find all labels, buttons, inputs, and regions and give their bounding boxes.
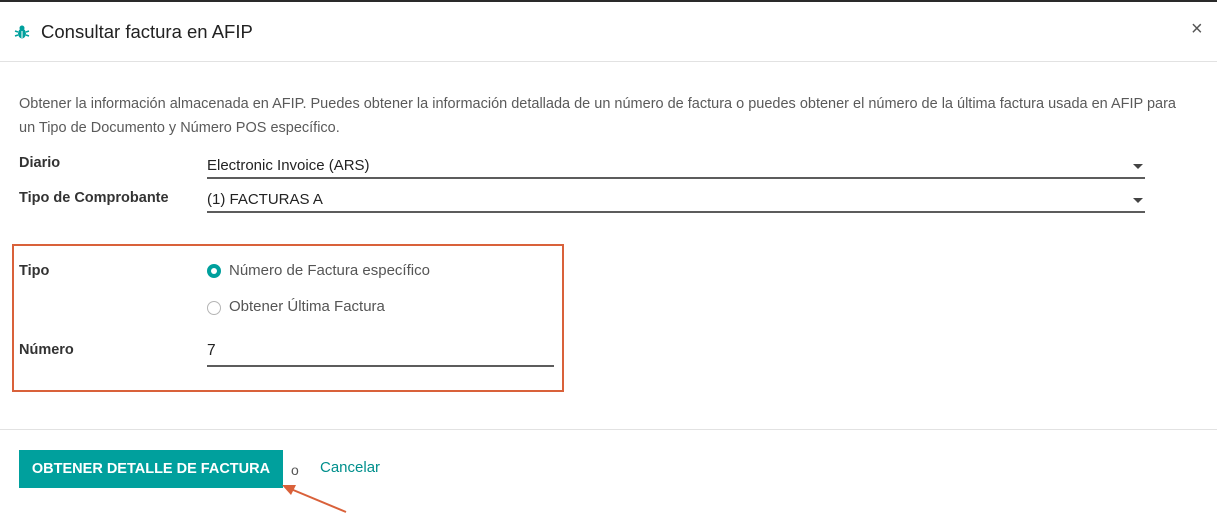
radio-numero-especifico[interactable] bbox=[207, 264, 221, 278]
bug-icon bbox=[14, 25, 30, 39]
dropdown-caret-icon bbox=[1133, 164, 1143, 169]
dialog-description: Obtener la información almacenada en AFI… bbox=[19, 96, 1176, 136]
tipo-comprobante-select[interactable]: (1) FACTURAS A bbox=[207, 189, 1145, 213]
or-text: o bbox=[291, 462, 299, 478]
dialog-header: Consultar factura en AFIP × bbox=[0, 2, 1217, 62]
numero-input[interactable]: 7 bbox=[207, 339, 554, 367]
radio-numero-especifico-label[interactable]: Número de Factura específico bbox=[229, 262, 430, 279]
tipo-comprobante-label: Tipo de Comprobante bbox=[19, 190, 169, 206]
radio-ultima-factura-label[interactable]: Obtener Última Factura bbox=[229, 298, 385, 315]
numero-value: 7 bbox=[207, 342, 216, 359]
tipo-label: Tipo bbox=[19, 263, 50, 279]
dialog-title: Consultar factura en AFIP bbox=[41, 21, 253, 42]
tipo-comprobante-value: (1) FACTURAS A bbox=[207, 191, 323, 208]
diario-value: Electronic Invoice (ARS) bbox=[207, 157, 370, 174]
obtener-detalle-button[interactable]: OBTENER DETALLE DE FACTURA bbox=[19, 450, 283, 488]
footer-divider bbox=[0, 429, 1217, 430]
dropdown-caret-icon bbox=[1133, 198, 1143, 203]
diario-label: Diario bbox=[19, 155, 61, 171]
radio-ultima-factura[interactable] bbox=[207, 301, 221, 315]
close-icon[interactable]: × bbox=[1191, 19, 1203, 39]
numero-label: Número bbox=[19, 342, 74, 358]
diario-select[interactable]: Electronic Invoice (ARS) bbox=[207, 155, 1145, 179]
pointer-arrow-icon bbox=[282, 485, 347, 513]
cancel-link[interactable]: Cancelar bbox=[320, 459, 380, 476]
